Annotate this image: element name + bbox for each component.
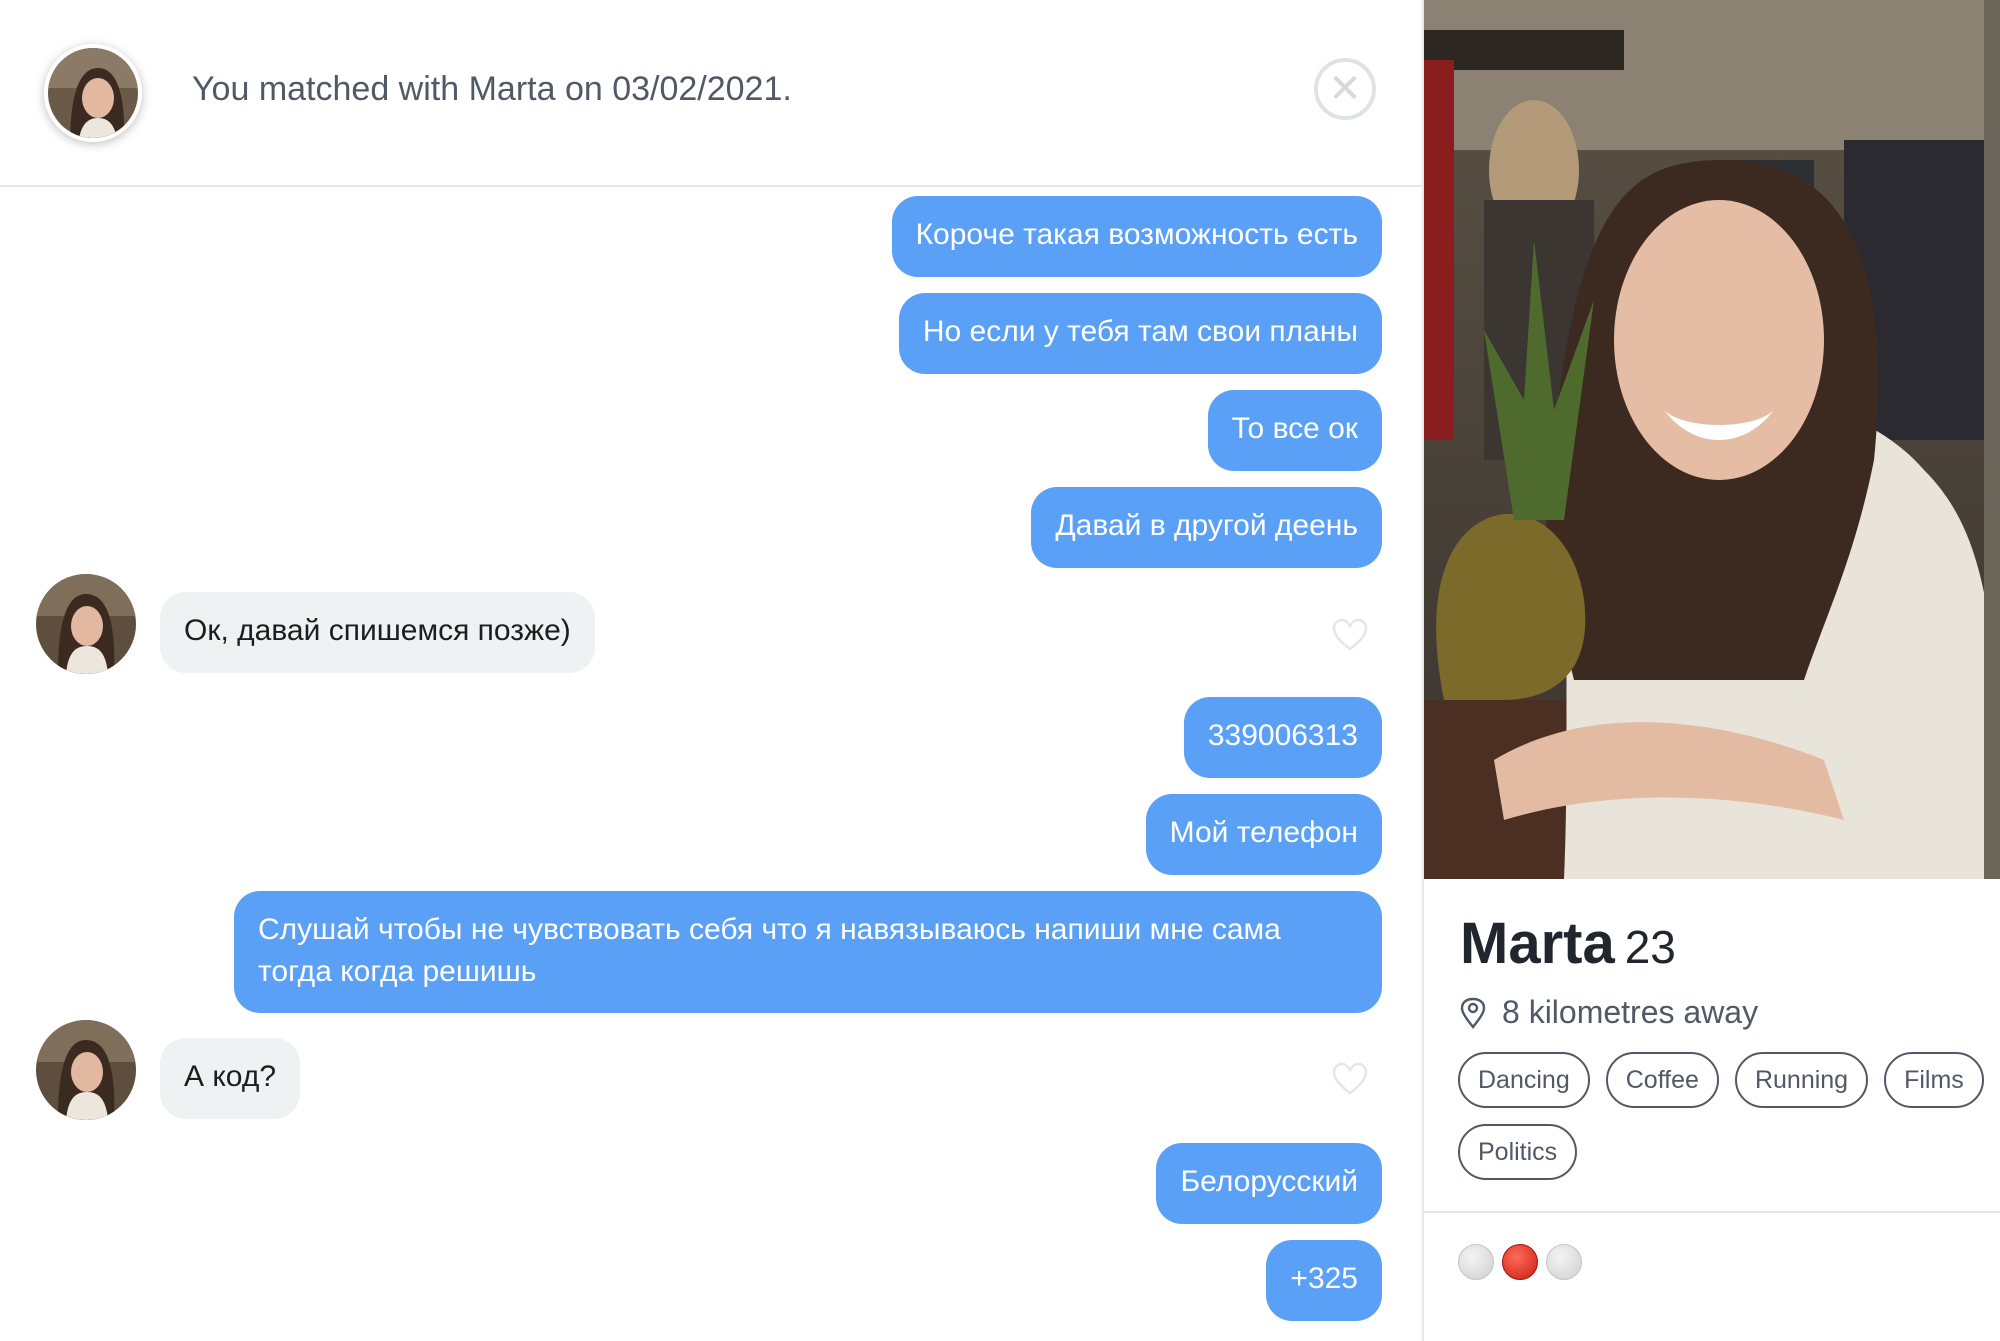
message-outgoing: Давай в другой деень [1031,487,1382,568]
profile-name-text: Marta [1460,911,1615,976]
chat-header: You matched with Marta on 03/02/2021. ✕ [0,0,1422,187]
profile-distance-row: 8 kilometres away [1460,994,1758,1031]
heart-icon[interactable] [1332,618,1368,652]
sender-avatar[interactable] [36,574,136,674]
sender-avatar[interactable] [36,1020,136,1120]
photo-dot[interactable] [1458,1244,1494,1280]
profile-pane: Marta 23 8 kilometres away Dancing Coffee… [1422,0,2000,1341]
interest-chip: Films [1884,1052,1984,1108]
interest-chip: Coffee [1605,1052,1719,1108]
message-incoming: А код? [160,1038,301,1119]
heart-icon[interactable] [1332,1062,1368,1096]
message-outgoing: Мой телефон [1145,794,1382,875]
photo-dot-active[interactable] [1502,1244,1538,1280]
message-outgoing: Слушай чтобы не чувствовать себя что я н… [234,891,1382,1013]
close-button[interactable]: ✕ [1314,58,1376,120]
location-pin-icon [1460,997,1486,1029]
message-outgoing: 339006313 [1183,697,1382,778]
divider [1424,1211,2000,1213]
photo-pagination [1458,1244,1590,1280]
message-outgoing: Короче такая возможность есть [891,196,1382,277]
match-avatar[interactable] [44,44,142,142]
photo-dot[interactable] [1546,1244,1582,1280]
interest-chip: Dancing [1458,1052,1590,1108]
interest-chip: Running [1734,1052,1869,1108]
profile-name: Marta 23 [1460,910,1676,977]
message-outgoing: +325 [1266,1240,1382,1321]
message-outgoing: То все ок [1207,390,1382,471]
message-incoming: Ок, давай спишемся позже) [160,592,595,673]
profile-distance: 8 kilometres away [1502,994,1759,1030]
match-info-text: You matched with Marta on 03/02/2021. [192,70,792,108]
interest-chip: Politics [1458,1124,1578,1180]
interest-list: Dancing Coffee Running Films Politics [1458,1052,2000,1196]
profile-photo[interactable] [1424,0,2000,879]
close-icon: ✕ [1328,66,1362,112]
message-outgoing: Но если у тебя там свои планы [898,293,1382,374]
chat-pane: You matched with Marta on 03/02/2021. ✕ … [0,0,1422,1341]
message-outgoing: Белорусский [1156,1143,1382,1224]
profile-age: 23 [1624,921,1676,973]
